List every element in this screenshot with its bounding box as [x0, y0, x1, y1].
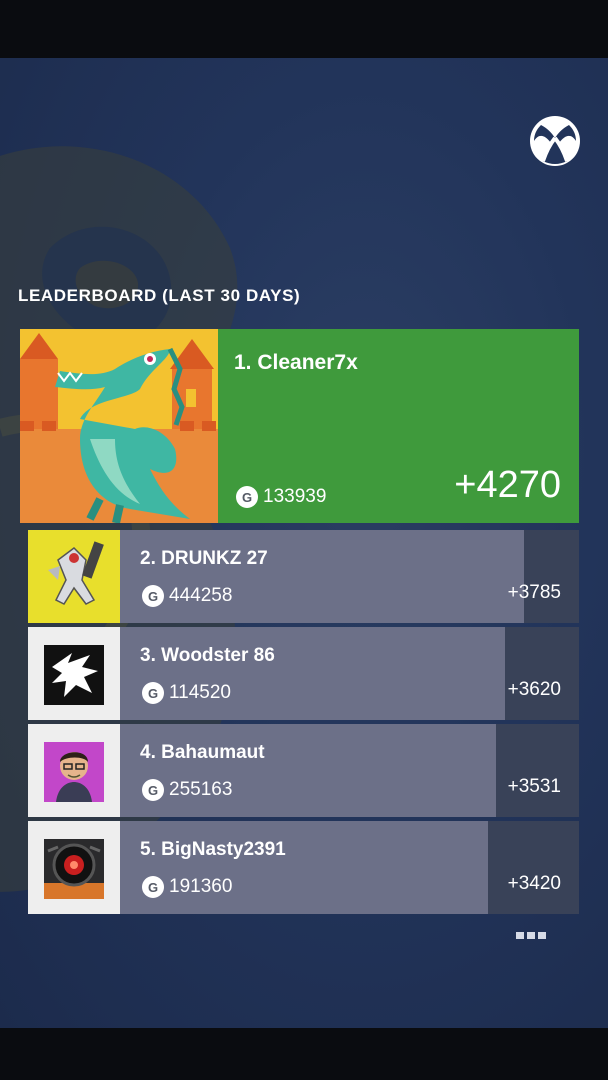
score-delta: +3531: [507, 776, 561, 797]
leaderboard-entry[interactable]: 3. Woodster 86 G 114520 +3620: [28, 627, 579, 720]
gamerscore: G 133939: [236, 486, 326, 508]
gamerscore-icon: G: [142, 876, 164, 898]
leaderboard-entry[interactable]: 2. DRUNKZ 27 G 444258 +3785: [28, 530, 579, 623]
gamerscore-icon: G: [142, 585, 164, 607]
leaderboard-entry[interactable]: 4. Bahaumaut G 255163 +3531: [28, 724, 579, 817]
player-name: 3. Woodster 86: [140, 645, 275, 666]
dot: [538, 932, 546, 939]
dragon-emblem-avatar: [28, 627, 120, 720]
score-delta: +3620: [507, 679, 561, 700]
leaderboard-entry-first[interactable]: 1. Cleaner7x G 133939 +4270: [20, 329, 579, 523]
player-name: 4. Bahaumaut: [140, 742, 265, 763]
player-name: 1. Cleaner7x: [234, 351, 358, 374]
screen: LEADERBOARD (LAST 30 DAYS) 1. Cleaner7x …: [0, 58, 608, 1028]
dragon-castle-avatar: [20, 329, 218, 523]
robot-eye-avatar: [28, 821, 120, 914]
gamerscore-value: 444258: [169, 585, 233, 606]
gamerscore-value: 255163: [169, 779, 233, 800]
dot: [527, 932, 535, 939]
leaderboard-title: LEADERBOARD (LAST 30 DAYS): [18, 286, 301, 305]
xbox-logo-icon: [530, 116, 580, 166]
player-name: 5. BigNasty2391: [140, 839, 286, 860]
leaderboard-entry[interactable]: 5. BigNasty2391 G 191360 +3420: [28, 821, 579, 914]
player-name: 2. DRUNKZ 27: [140, 548, 268, 569]
gamerscore-value: 191360: [169, 876, 233, 897]
gamerscore-icon: G: [236, 486, 258, 508]
gamerscore: G 444258: [142, 585, 232, 607]
score-delta: +3420: [507, 873, 561, 894]
score-delta: +4270: [454, 464, 561, 506]
score-delta: +3785: [507, 582, 561, 603]
gamerscore-icon: G: [142, 682, 164, 704]
gamerscore: G 255163: [142, 779, 232, 801]
mech-robot-avatar: [28, 530, 120, 623]
gamerscore-value: 114520: [169, 682, 231, 703]
gamerscore: G 114520: [142, 682, 231, 704]
person-avatar: [28, 724, 120, 817]
dot: [516, 932, 524, 939]
gamerscore-icon: G: [142, 779, 164, 801]
more-options-icon[interactable]: [516, 932, 546, 939]
gamerscore: G 191360: [142, 876, 232, 898]
gamerscore-value: 133939: [263, 486, 327, 507]
